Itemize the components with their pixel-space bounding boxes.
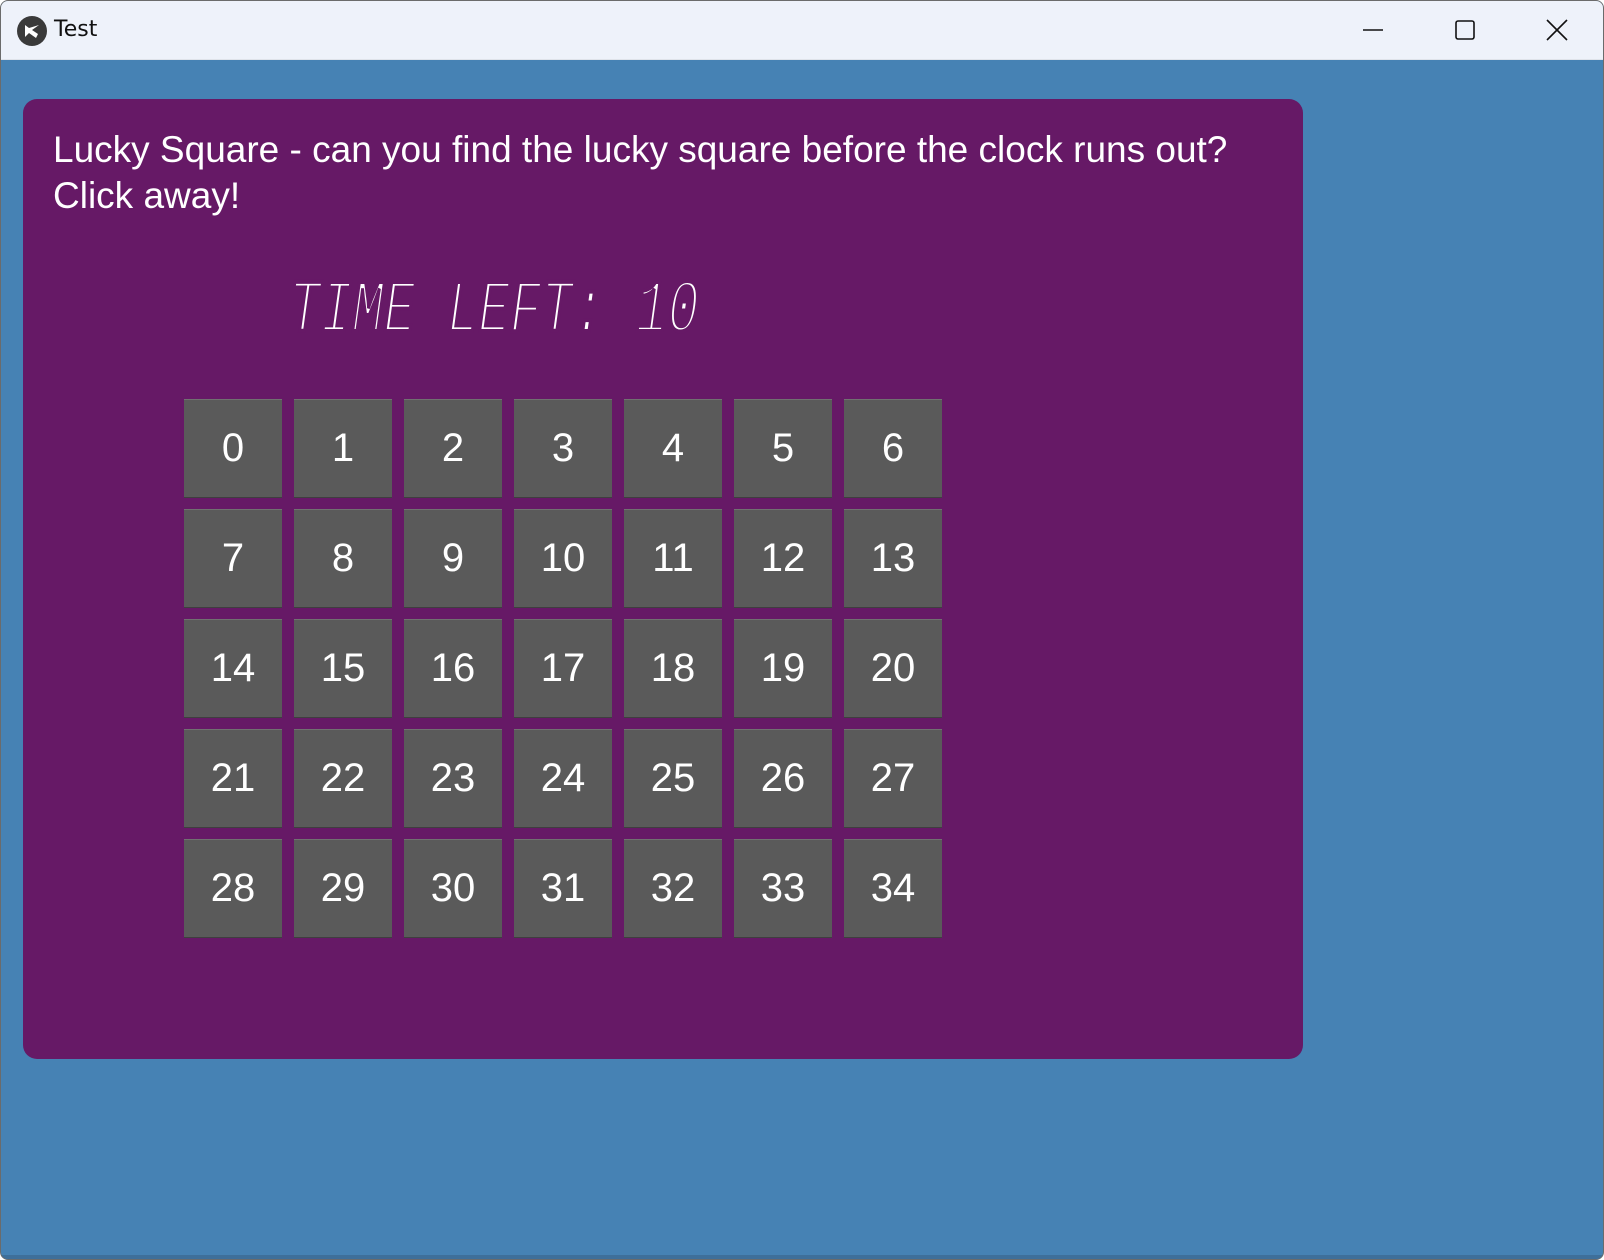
window-title: Test <box>54 17 98 42</box>
square-button-16[interactable]: 16 <box>404 619 502 717</box>
square-button-11[interactable]: 11 <box>624 509 722 607</box>
timer-display: TIME LEFT: 10 <box>287 269 701 339</box>
number-grid: 0 1 2 3 4 5 6 7 8 9 10 11 12 13 14 15 16 17 18 19 20 21 22 23 24… <box>184 399 942 937</box>
close-icon <box>1546 19 1568 41</box>
bottom-edge <box>1 1255 1603 1259</box>
square-button-23[interactable]: 23 <box>404 729 502 827</box>
close-button[interactable] <box>1511 1 1603 59</box>
square-button-27[interactable]: 27 <box>844 729 942 827</box>
square-button-3[interactable]: 3 <box>514 399 612 497</box>
square-button-19[interactable]: 19 <box>734 619 832 717</box>
square-button-13[interactable]: 13 <box>844 509 942 607</box>
square-button-20[interactable]: 20 <box>844 619 942 717</box>
square-button-26[interactable]: 26 <box>734 729 832 827</box>
kivy-logo-icon <box>17 16 47 46</box>
square-button-6[interactable]: 6 <box>844 399 942 497</box>
square-button-24[interactable]: 24 <box>514 729 612 827</box>
square-button-0[interactable]: 0 <box>184 399 282 497</box>
minimize-icon <box>1363 29 1383 31</box>
square-button-10[interactable]: 10 <box>514 509 612 607</box>
square-button-8[interactable]: 8 <box>294 509 392 607</box>
square-button-22[interactable]: 22 <box>294 729 392 827</box>
instructions-text: Lucky Square - can you find the lucky sq… <box>53 129 1228 216</box>
square-button-5[interactable]: 5 <box>734 399 832 497</box>
square-button-18[interactable]: 18 <box>624 619 722 717</box>
square-button-34[interactable]: 34 <box>844 839 942 937</box>
square-button-30[interactable]: 30 <box>404 839 502 937</box>
game-panel: Lucky Square - can you find the lucky sq… <box>23 99 1303 1059</box>
square-button-25[interactable]: 25 <box>624 729 722 827</box>
square-button-33[interactable]: 33 <box>734 839 832 937</box>
square-button-32[interactable]: 32 <box>624 839 722 937</box>
square-button-28[interactable]: 28 <box>184 839 282 937</box>
timer-text: TIME LEFT: 10 <box>289 270 699 339</box>
app-window: Test Lucky Square - can you find the luc… <box>0 0 1604 1260</box>
square-button-7[interactable]: 7 <box>184 509 282 607</box>
square-button-4[interactable]: 4 <box>624 399 722 497</box>
square-button-31[interactable]: 31 <box>514 839 612 937</box>
square-button-29[interactable]: 29 <box>294 839 392 937</box>
maximize-button[interactable] <box>1419 1 1511 59</box>
countdown-timer: TIME LEFT: 10 <box>285 269 745 339</box>
square-button-1[interactable]: 1 <box>294 399 392 497</box>
square-button-14[interactable]: 14 <box>184 619 282 717</box>
title-bar[interactable]: Test <box>1 1 1603 60</box>
minimize-button[interactable] <box>1327 1 1419 59</box>
square-button-21[interactable]: 21 <box>184 729 282 827</box>
square-button-17[interactable]: 17 <box>514 619 612 717</box>
square-button-9[interactable]: 9 <box>404 509 502 607</box>
square-button-12[interactable]: 12 <box>734 509 832 607</box>
square-button-2[interactable]: 2 <box>404 399 502 497</box>
square-button-15[interactable]: 15 <box>294 619 392 717</box>
maximize-icon <box>1455 20 1475 40</box>
